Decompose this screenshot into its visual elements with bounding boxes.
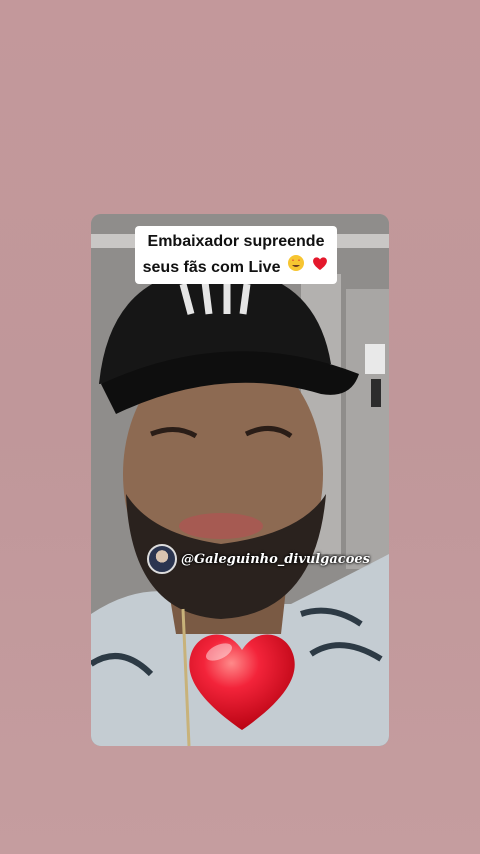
watermark-avatar bbox=[147, 544, 177, 574]
red-heart-icon bbox=[311, 254, 329, 280]
star-struck-icon bbox=[287, 254, 305, 280]
caption-sticker: Embaixador supreende seus fãs com Live bbox=[135, 226, 337, 284]
watermark: @Galeguinho_divulgacoes bbox=[147, 544, 370, 574]
story-card[interactable]: Embaixador supreende seus fãs com Live @… bbox=[91, 214, 389, 746]
heart-icon[interactable] bbox=[183, 624, 301, 734]
caption-line-2: seus fãs com Live bbox=[141, 254, 331, 280]
caption-line-1: Embaixador supreende bbox=[147, 233, 325, 250]
watermark-handle: @Galeguinho_divulgacoes bbox=[181, 551, 370, 567]
caption-line-2-text: seus fãs com Live bbox=[142, 259, 281, 276]
